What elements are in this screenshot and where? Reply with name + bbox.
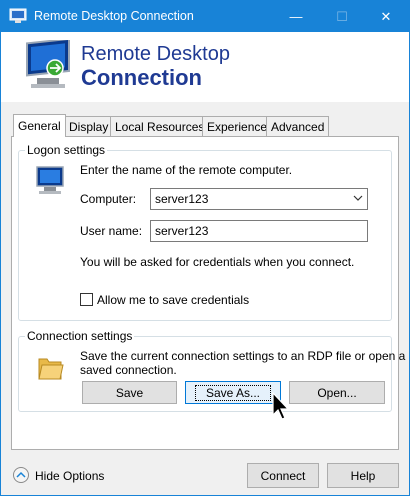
open-button[interactable]: Open... (289, 381, 385, 404)
rdp-app-icon (9, 8, 27, 23)
username-field[interactable]: server123 (150, 220, 368, 242)
window-title: Remote Desktop Connection (34, 9, 194, 23)
help-button[interactable]: Help (327, 463, 399, 488)
tab-experience[interactable]: Experience (202, 116, 273, 136)
folder-icon (38, 358, 64, 380)
header-banner: Remote Desktop Connection (1, 32, 409, 102)
logon-settings-legend: Logon settings (25, 143, 108, 157)
computer-value: server123 (155, 192, 209, 206)
username-value: server123 (155, 224, 209, 238)
connection-description-line2: saved connection. (80, 363, 177, 377)
connection-description-line1: Save the current connection settings to … (80, 349, 406, 363)
tab-general[interactable]: General (13, 114, 66, 137)
tab-display[interactable]: Display (64, 116, 114, 136)
save-button[interactable]: Save (82, 381, 177, 404)
username-label: User name: (80, 224, 143, 238)
chevron-down-icon[interactable] (353, 191, 363, 208)
hide-options-label[interactable]: Hide Options (35, 469, 104, 483)
mouse-cursor-icon (272, 391, 290, 420)
logon-settings-group: Logon settings Enter the name of the rem… (18, 143, 392, 321)
close-button[interactable]: ✕ (363, 1, 409, 32)
save-credentials-checkbox[interactable] (80, 293, 93, 306)
save-as-label: Save As... (194, 384, 272, 401)
tab-local-resources[interactable]: Local Resources (110, 116, 210, 136)
connection-settings-group: Connection settings Save the current con… (18, 329, 405, 412)
computer-combobox[interactable]: server123 (150, 188, 368, 210)
save-credentials-label[interactable]: Allow me to save credentials (97, 293, 249, 307)
save-as-button[interactable]: Save As... (185, 381, 281, 404)
monitor-icon (26, 40, 70, 88)
title-bar[interactable]: Remote Desktop Connection — ☐ ✕ (1, 1, 409, 32)
chevron-up-icon[interactable] (13, 467, 29, 483)
rdp-window: Remote Desktop Connection — ☐ ✕ Remote D… (0, 0, 410, 496)
tab-panel-general: Logon settings Enter the name of the rem… (11, 136, 405, 450)
computer-label: Computer: (80, 192, 137, 206)
connect-button[interactable]: Connect (247, 463, 319, 488)
connection-settings-legend: Connection settings (25, 329, 135, 343)
tab-advanced[interactable]: Advanced (266, 116, 330, 136)
banner-title-line2: Connection (81, 65, 202, 90)
minimize-button[interactable]: — (273, 1, 319, 32)
maximize-button[interactable]: ☐ (319, 1, 365, 32)
credentials-note: You will be asked for credentials when y… (80, 255, 355, 269)
monitor-icon (36, 166, 64, 194)
banner-title-line1: Remote Desktop (81, 43, 230, 65)
computer-instruction: Enter the name of the remote computer. (80, 163, 293, 177)
